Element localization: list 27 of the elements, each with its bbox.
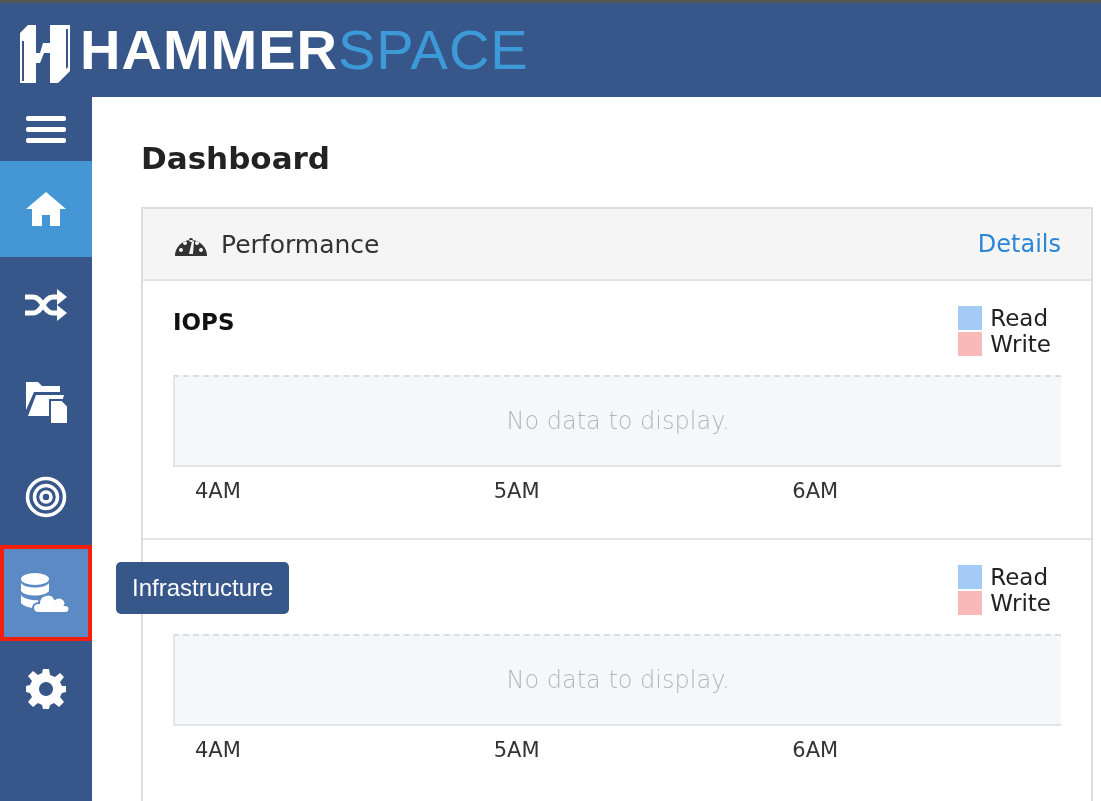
legend-label: Read bbox=[990, 564, 1049, 591]
details-link[interactable]: Details bbox=[977, 230, 1061, 259]
database-cloud-icon bbox=[21, 573, 71, 613]
home-icon bbox=[26, 192, 66, 226]
empty-message: No data to display. bbox=[506, 407, 730, 436]
chart-title: IOPS bbox=[173, 309, 235, 338]
axis-label: 5AM bbox=[493, 738, 541, 763]
page-title: Dashboard bbox=[141, 141, 332, 176]
shuffle-icon bbox=[25, 289, 67, 321]
axis-label: 4AM bbox=[195, 479, 242, 504]
legend-label: Write bbox=[990, 590, 1051, 617]
logo-text: SPACE bbox=[338, 22, 529, 78]
empty-message: No data to display. bbox=[506, 666, 730, 695]
axis-label: 6AM bbox=[792, 479, 840, 504]
card-title: Performance bbox=[221, 229, 380, 259]
axis-label: 4AM bbox=[195, 738, 242, 763]
legend-label: Read bbox=[990, 305, 1049, 332]
axis-label: 5AM bbox=[493, 479, 541, 504]
legend-label: Write bbox=[990, 331, 1051, 358]
menu-icon bbox=[26, 114, 66, 144]
settings-icon bbox=[26, 669, 66, 709]
logo-text: HAMMER bbox=[80, 22, 338, 78]
sidebar-item[interactable] bbox=[0, 161, 92, 257]
axis-label: 6AM bbox=[792, 738, 840, 763]
tooltip: Infrastructure bbox=[116, 562, 290, 614]
target-icon bbox=[25, 476, 67, 518]
logo-icon bbox=[18, 23, 72, 83]
